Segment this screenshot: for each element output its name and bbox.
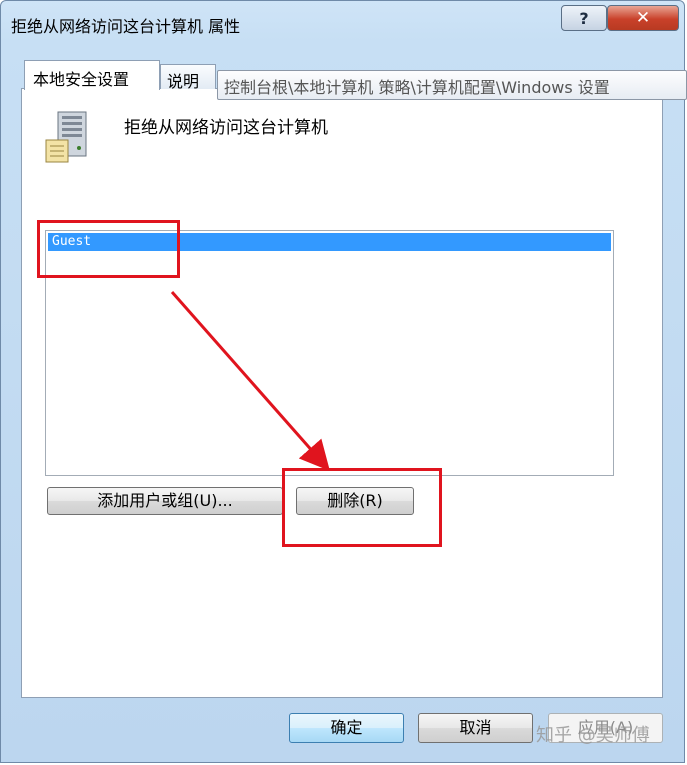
help-icon: ? xyxy=(579,8,589,28)
tab-local-security-setting[interactable]: 本地安全设置 xyxy=(24,60,160,90)
close-icon: ✕ xyxy=(635,8,651,28)
cancel-button[interactable]: 取消 xyxy=(418,713,533,743)
user-group-list[interactable]: Guest xyxy=(45,230,614,476)
policy-name: 拒绝从网络访问这台计算机 xyxy=(124,118,328,138)
remove-button[interactable]: 删除(R) xyxy=(296,487,414,515)
server-computer-icon xyxy=(45,111,87,163)
close-button[interactable]: ✕ xyxy=(607,5,679,31)
window-title: 拒绝从网络访问这台计算机 属性 xyxy=(11,17,241,36)
path-tooltip: 控制台根\本地计算机 策略\计算机配置\Windows 设置 xyxy=(217,70,687,100)
title-bar[interactable]: 拒绝从网络访问这台计算机 属性 ? ✕ xyxy=(1,1,684,45)
ok-button[interactable]: 确定 xyxy=(289,713,404,743)
watermark: 知乎 @吴师傅 xyxy=(536,725,650,746)
tab-explain[interactable]: 说明 xyxy=(160,64,216,91)
list-item[interactable]: Guest xyxy=(48,233,611,251)
add-user-or-group-button[interactable]: 添加用户或组(U)... xyxy=(47,487,283,515)
help-button[interactable]: ? xyxy=(561,5,607,31)
